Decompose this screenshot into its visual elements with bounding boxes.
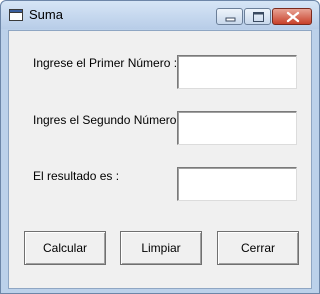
- title-bar[interactable]: Suma: [1, 1, 319, 29]
- app-icon: [9, 9, 23, 21]
- minimize-icon: [225, 17, 236, 22]
- close-icon: [286, 11, 300, 23]
- limpiar-button[interactable]: Limpiar: [120, 231, 202, 265]
- result-label: El resultado es :: [33, 169, 120, 183]
- second-number-label: Ingres el Segundo Número: [33, 113, 177, 127]
- form-client-area: Ingrese el Primer Número : Ingres el Seg…: [8, 30, 312, 289]
- minimize-button[interactable]: [216, 8, 243, 25]
- calcular-button[interactable]: Calcular: [24, 231, 106, 265]
- second-number-input[interactable]: [177, 111, 297, 145]
- window-title: Suma: [29, 7, 63, 22]
- app-window: Suma Ingrese el Primer Número : Ingres e…: [0, 0, 320, 294]
- maximize-button[interactable]: [244, 8, 271, 25]
- maximize-icon: [253, 12, 264, 22]
- result-input[interactable]: [177, 167, 297, 201]
- first-number-label: Ingrese el Primer Número :: [33, 56, 178, 70]
- close-button[interactable]: [272, 8, 312, 25]
- first-number-input[interactable]: [177, 55, 297, 89]
- cerrar-button[interactable]: Cerrar: [217, 231, 299, 265]
